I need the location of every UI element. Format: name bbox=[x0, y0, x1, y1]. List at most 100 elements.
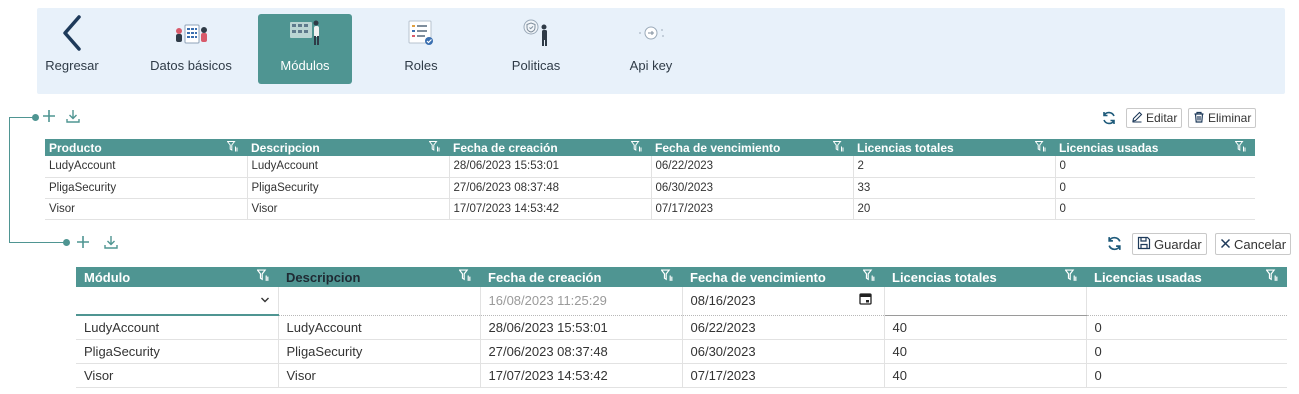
column-header[interactable]: Fecha de creación bbox=[449, 139, 651, 156]
column-header[interactable]: Fecha de vencimiento bbox=[651, 139, 853, 156]
table-cell: 0 bbox=[1055, 177, 1255, 199]
table-cell: 06/30/2023 bbox=[682, 339, 885, 364]
chevron-down-icon bbox=[260, 293, 270, 308]
save-button[interactable]: Guardar bbox=[1132, 233, 1207, 255]
tab-label: Api key bbox=[629, 58, 673, 73]
column-header[interactable]: Producto bbox=[45, 139, 247, 156]
add-icon[interactable] bbox=[75, 234, 91, 250]
tab-roles[interactable]: Roles bbox=[383, 14, 459, 84]
table-row[interactable]: Visor Visor 17/07/2023 14:53:42 07/17/20… bbox=[76, 363, 1287, 388]
filter-icon[interactable] bbox=[428, 140, 441, 155]
filter-icon[interactable] bbox=[1265, 269, 1279, 285]
tab-label: Roles bbox=[404, 58, 438, 73]
table-cell: 17/07/2023 14:53:42 bbox=[480, 363, 683, 388]
delete-label: Eliminar bbox=[1208, 111, 1252, 125]
table-cell: 40 bbox=[884, 339, 1087, 364]
tree-node-dot bbox=[63, 239, 70, 246]
table-cell: 0 bbox=[1086, 339, 1287, 364]
table-cell: Visor bbox=[278, 363, 481, 388]
module-select[interactable] bbox=[76, 287, 279, 316]
table-cell: PligaSecurity bbox=[278, 339, 481, 364]
tab-modulos[interactable]: Módulos bbox=[258, 14, 352, 84]
tab-label: Politicas bbox=[511, 58, 561, 73]
table-cell: LudyAccount bbox=[45, 156, 248, 178]
column-header[interactable]: Licencias usadas bbox=[1086, 267, 1287, 287]
used-licenses-input[interactable] bbox=[1086, 287, 1287, 316]
cancel-button[interactable]: Cancelar bbox=[1215, 233, 1292, 255]
table-cell: 06/22/2023 bbox=[682, 315, 885, 340]
edit-button[interactable]: Editar bbox=[1126, 108, 1183, 128]
edit-label: Editar bbox=[1146, 111, 1178, 125]
products-table: Producto Descripcion Fecha de creación F… bbox=[45, 139, 1255, 220]
new-row-editor: 16/08/2023 11:25:29 08/16/2023 bbox=[76, 287, 1287, 316]
tab-api-key[interactable]: Api key bbox=[619, 14, 683, 84]
table-row[interactable]: LudyAccount LudyAccount 28/06/2023 15:53… bbox=[45, 156, 1255, 178]
table-cell: 40 bbox=[884, 315, 1087, 340]
close-icon bbox=[1220, 237, 1231, 252]
table-cell: PligaSecurity bbox=[247, 177, 450, 199]
pencil-icon bbox=[1131, 111, 1143, 126]
filter-icon[interactable] bbox=[256, 269, 270, 285]
column-header[interactable]: Módulo bbox=[76, 267, 278, 287]
tree-connector-line bbox=[9, 117, 35, 118]
filter-icon[interactable] bbox=[660, 269, 674, 285]
delete-button[interactable]: Eliminar bbox=[1188, 108, 1257, 128]
column-header[interactable]: Descripcion bbox=[247, 139, 449, 156]
top-toolbar-left bbox=[41, 108, 81, 124]
expiry-date-value: 08/16/2023 bbox=[690, 293, 756, 309]
column-header[interactable]: Licencias totales bbox=[884, 267, 1086, 287]
table-cell: 28/06/2023 15:53:01 bbox=[449, 156, 652, 178]
table-row[interactable]: PligaSecurity PligaSecurity 27/06/2023 0… bbox=[45, 177, 1255, 199]
filter-icon[interactable] bbox=[832, 140, 845, 155]
table-cell: 0 bbox=[1086, 315, 1287, 340]
datos-basicos-icon bbox=[171, 14, 211, 52]
table-row[interactable]: PligaSecurity PligaSecurity 27/06/2023 0… bbox=[76, 339, 1287, 364]
created-date-field: 16/08/2023 11:25:29 bbox=[480, 287, 683, 316]
column-header[interactable]: Licencias totales bbox=[853, 139, 1055, 156]
add-icon[interactable] bbox=[41, 108, 57, 124]
table-cell: LudyAccount bbox=[278, 315, 481, 340]
filter-icon[interactable] bbox=[1064, 269, 1078, 285]
back-button[interactable]: Regresar bbox=[42, 14, 102, 84]
column-header[interactable]: Descripcion bbox=[278, 267, 480, 287]
filter-icon[interactable] bbox=[1234, 140, 1247, 155]
column-header[interactable]: Licencias usadas bbox=[1055, 139, 1255, 156]
table-row[interactable]: LudyAccount LudyAccount 28/06/2023 15:53… bbox=[76, 315, 1287, 340]
description-input[interactable] bbox=[278, 287, 481, 316]
column-header[interactable]: Fecha de vencimiento bbox=[682, 267, 884, 287]
refresh-icon[interactable] bbox=[1101, 110, 1117, 131]
table-cell: PligaSecurity bbox=[45, 177, 248, 199]
modules-edit-table: Módulo Descripcion Fecha de creación Fec… bbox=[76, 267, 1287, 388]
chevron-left-icon bbox=[61, 14, 83, 52]
total-licenses-input[interactable] bbox=[884, 287, 1087, 316]
save-icon bbox=[1137, 236, 1151, 253]
table-cell: 40 bbox=[884, 363, 1087, 388]
tab-politicas[interactable]: Politicas bbox=[493, 14, 579, 84]
table-cell: 33 bbox=[853, 177, 1056, 199]
filter-icon[interactable] bbox=[1034, 140, 1047, 155]
table-cell: LudyAccount bbox=[76, 315, 279, 340]
table-cell: 28/06/2023 15:53:01 bbox=[480, 315, 683, 340]
back-label: Regresar bbox=[45, 58, 99, 73]
filter-icon[interactable] bbox=[862, 269, 876, 285]
filter-icon[interactable] bbox=[458, 269, 472, 285]
bottom-toolbar-left bbox=[75, 234, 119, 250]
filter-icon[interactable] bbox=[226, 140, 239, 155]
table-cell: 20 bbox=[853, 198, 1056, 220]
filter-icon[interactable] bbox=[630, 140, 643, 155]
download-icon[interactable] bbox=[103, 234, 119, 250]
tree-connector-line bbox=[9, 117, 10, 243]
refresh-icon[interactable] bbox=[1106, 235, 1123, 257]
modulos-icon bbox=[285, 14, 325, 52]
table-header-row: Producto Descripcion Fecha de creación F… bbox=[45, 139, 1255, 156]
politicas-icon bbox=[519, 14, 553, 52]
expiry-date-input[interactable]: 08/16/2023 bbox=[682, 287, 885, 316]
table-cell: 27/06/2023 08:37:48 bbox=[449, 177, 652, 199]
calendar-icon[interactable] bbox=[858, 292, 872, 308]
tab-datos-basicos[interactable]: Datos básicos bbox=[141, 14, 241, 84]
table-row[interactable]: Visor Visor 17/07/2023 14:53:42 07/17/20… bbox=[45, 198, 1255, 220]
download-icon[interactable] bbox=[65, 108, 81, 124]
api-key-icon bbox=[634, 14, 668, 52]
roles-icon bbox=[404, 14, 438, 52]
column-header[interactable]: Fecha de creación bbox=[480, 267, 682, 287]
